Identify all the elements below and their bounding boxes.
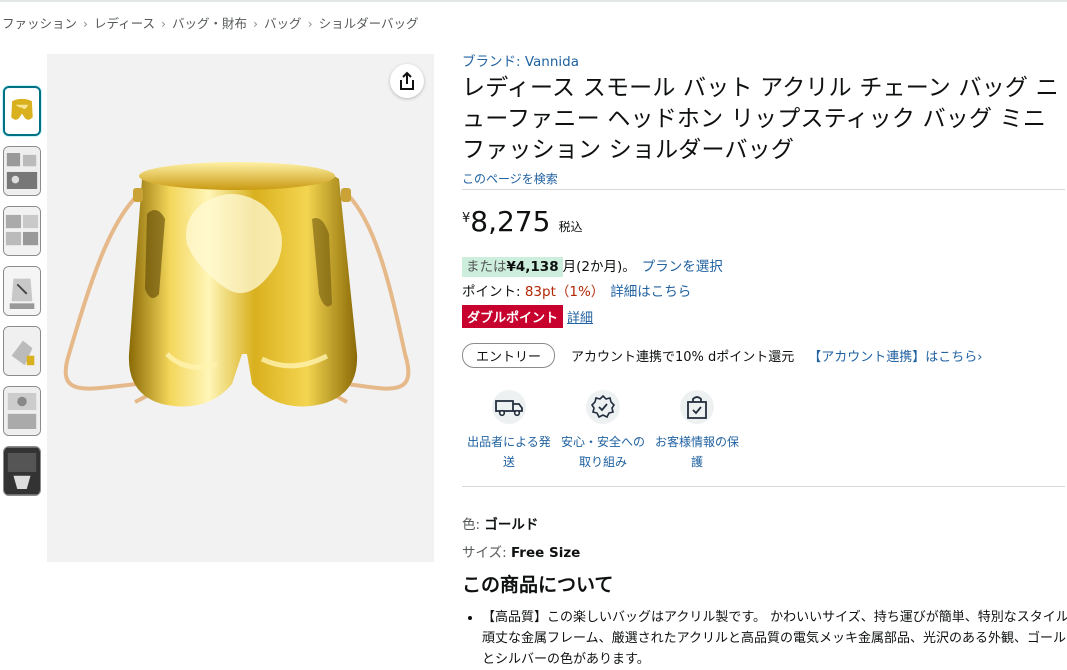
size-value: Free Size	[510, 545, 581, 561]
thumbnail-7[interactable]	[3, 446, 41, 496]
points-label: ポイント:	[462, 284, 525, 300]
color-label: 色:	[462, 517, 485, 533]
shield-check-icon	[586, 390, 620, 424]
breadcrumb: ファッション › レディース › バッグ・財布 › バッグ › ショルダーバッグ	[2, 13, 418, 32]
select-plan-link[interactable]: プランを選択	[642, 259, 723, 275]
brand-link[interactable]: ブランド: Vannida	[462, 52, 1065, 72]
price-amount: 8,275	[470, 205, 551, 238]
entry-text: アカウント連携で10% dポイント還元	[571, 350, 795, 365]
double-point-row: ダブルポイント 詳細	[462, 305, 593, 328]
breadcrumb-ladies[interactable]: レディース	[94, 16, 155, 31]
chevron-right-icon: ›	[161, 16, 167, 31]
feature-seller-shipping[interactable]: 出品者による発送	[463, 390, 555, 472]
thumbnail-2[interactable]	[3, 146, 41, 196]
thumbnail-6[interactable]	[3, 386, 41, 436]
feature-label: お客様情報の保護	[654, 435, 739, 469]
product-info: ブランド: Vannida レディース スモール バット アクリル チェーン バ…	[462, 52, 1065, 190]
installment-row: または¥4,138 月(2か月)。 プランを選択	[462, 255, 723, 277]
feature-label: 安心・安全への取り組み	[560, 435, 645, 469]
chevron-right-icon: ›	[83, 16, 89, 31]
breadcrumb-shoulder-bags[interactable]: ショルダーバッグ	[319, 16, 419, 31]
color-row: 色: ゴールド	[462, 513, 538, 533]
thumbnail-5[interactable]	[3, 326, 41, 376]
price: ¥8,275 税込	[462, 205, 582, 238]
feature-safety[interactable]: 安心・安全への取り組み	[557, 390, 649, 472]
share-button[interactable]	[390, 64, 424, 98]
points-details-link[interactable]: 詳細はこちら	[610, 284, 691, 300]
points-value: 83pt（1%）	[524, 284, 605, 300]
feature-privacy[interactable]: お客様情報の保護	[651, 390, 743, 472]
thumbnail-3[interactable]	[3, 206, 41, 256]
chevron-right-icon: ›	[253, 16, 259, 31]
entry-button[interactable]: エントリー	[462, 343, 556, 368]
color-value: ゴールド	[484, 517, 539, 533]
secure-bag-icon	[680, 390, 714, 424]
breadcrumb-bags-wallets[interactable]: バッグ・財布	[172, 16, 247, 31]
about-bullets: 【高品質】この楽しいバッグはアクリル製です。 かわいいサイズ、持ち運びが簡単、特…	[462, 607, 1067, 670]
installment-highlight: または¥4,138	[462, 257, 563, 277]
installment-suffix: 月(2か月)。	[562, 259, 636, 275]
truck-icon	[492, 390, 526, 424]
tax-label: 税込	[558, 220, 583, 234]
list-item: 【高品質】この楽しいバッグはアクリル製です。 かわいいサイズ、持ち運びが簡単、特…	[482, 607, 1067, 670]
share-icon	[400, 71, 414, 90]
thumbnail-1[interactable]	[3, 86, 41, 136]
thumbnail-4[interactable]	[3, 266, 41, 316]
main-product-image[interactable]	[47, 54, 434, 562]
double-point-badge: ダブルポイント	[462, 305, 564, 328]
breadcrumb-bags[interactable]: バッグ	[264, 16, 302, 31]
size-label: サイズ:	[462, 545, 511, 561]
divider	[462, 486, 1065, 487]
about-heading: この商品について	[462, 574, 614, 596]
divider	[462, 189, 1065, 190]
breadcrumb-fashion[interactable]: ファッション	[2, 16, 77, 31]
feature-label: 出品者による発送	[467, 435, 551, 469]
top-divider	[0, 0, 1067, 2]
installment-prefix: または	[466, 259, 507, 275]
entry-row: エントリー アカウント連携で10% dポイント還元 【アカウント連携】はこちら›	[462, 343, 983, 368]
chevron-right-icon: ›	[307, 16, 313, 31]
currency-symbol: ¥	[462, 211, 471, 226]
double-point-details-link[interactable]: 詳細	[567, 311, 593, 326]
size-row: サイズ: Free Size	[462, 541, 580, 561]
search-this-page-link[interactable]: このページを検索	[462, 170, 1065, 187]
product-photo	[47, 54, 434, 562]
thumbnail-strip	[3, 86, 43, 506]
account-link[interactable]: 【アカウント連携】はこちら›	[808, 346, 982, 365]
installment-amount: ¥4,138	[506, 259, 559, 275]
product-title: レディース スモール バット アクリル チェーン バッグ ニューファニー ヘッド…	[462, 75, 1059, 163]
points-row: ポイント: 83pt（1%） 詳細はこちら	[462, 280, 691, 300]
